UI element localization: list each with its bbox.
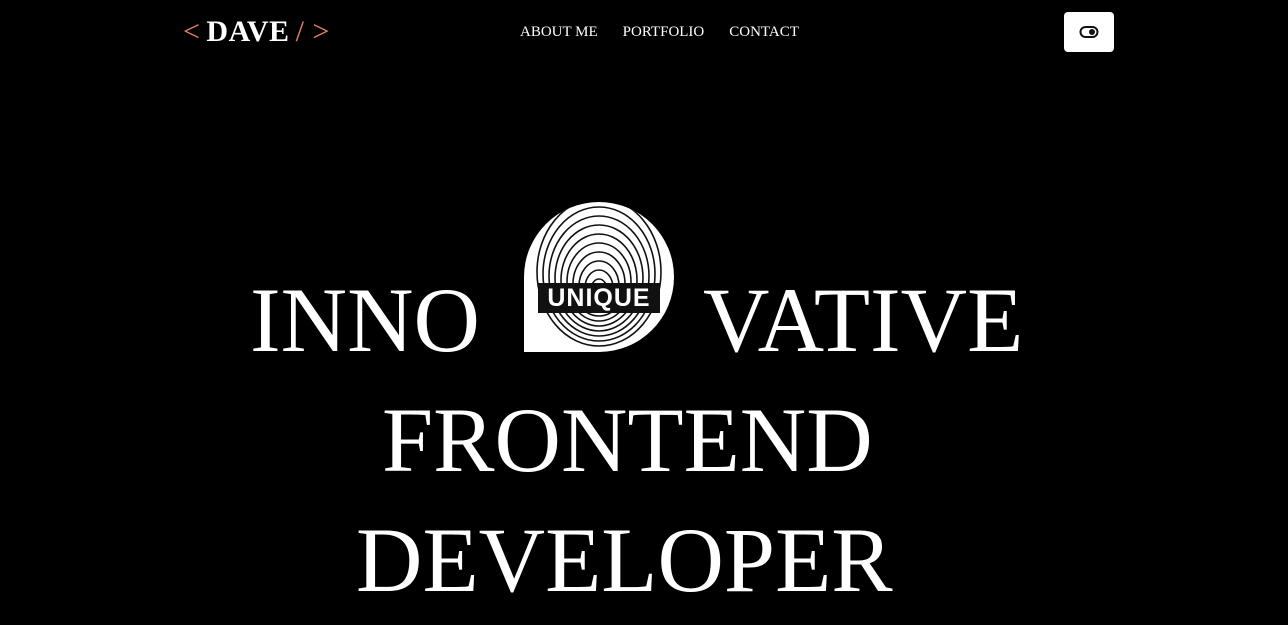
badge-text: UNIQUE	[547, 284, 650, 312]
hero-word-vative: VATIVE	[703, 269, 1024, 371]
unique-badge: UNIQUE	[524, 202, 674, 352]
hero-word-inno: INNO	[250, 269, 480, 371]
hero-word-frontend: FRONTEND	[382, 389, 873, 491]
page: < DAVE / > ABOUT ME PORTFOLIO CONTACT INNO	[0, 0, 1288, 625]
hero-word-developer: DEVELOPER	[356, 509, 893, 611]
fingerprint-icon: UNIQUE	[524, 202, 674, 352]
hero-section: INNO UNIQUE VATIVE FRONTEND DEVELOPER	[0, 0, 1288, 625]
